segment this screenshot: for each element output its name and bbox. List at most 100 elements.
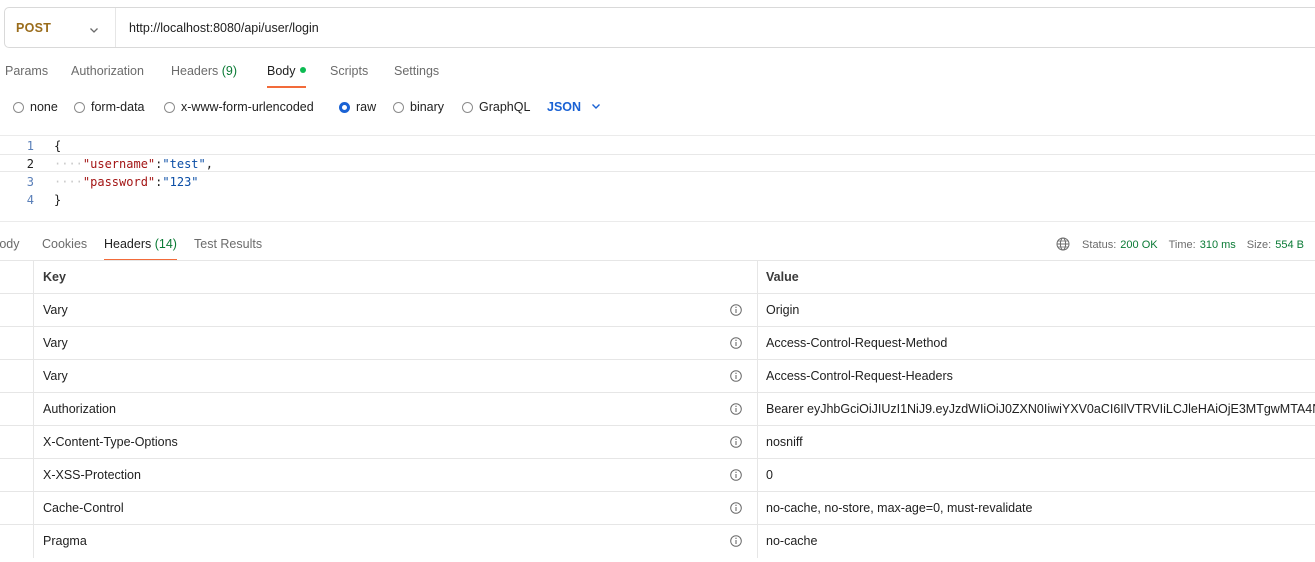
header-key: Pragma (43, 534, 87, 548)
editor-line: 1 { (0, 137, 1315, 155)
table-row[interactable]: Authorization Bearer eyJhbGciOiJIUzI1NiJ9… (0, 392, 1315, 426)
url-input[interactable]: http://localhost:8080/api/user/login (116, 21, 319, 35)
tab-cookies[interactable]: Cookies (42, 233, 87, 261)
column-divider (757, 459, 758, 492)
json-key: "password" (82, 175, 156, 189)
header-key: Vary (43, 336, 68, 350)
method-select[interactable]: POST (5, 8, 116, 47)
tab-response-body[interactable]: Body (0, 233, 20, 261)
header-value: no-cache (766, 534, 818, 548)
row-gutter (0, 327, 34, 360)
table-row[interactable]: X-XSS-Protection 0 (0, 458, 1315, 492)
mode-none[interactable]: none (13, 97, 58, 117)
line-number: 4 (26, 193, 34, 207)
header-value: Access-Control-Request-Headers (766, 369, 953, 383)
time-value[interactable]: 310 ms (1200, 239, 1236, 251)
info-icon[interactable] (730, 403, 742, 418)
info-icon[interactable] (730, 535, 742, 550)
header-key: X-XSS-Protection (43, 468, 141, 482)
size-value[interactable]: 554 B (1275, 239, 1304, 251)
radio-icon (13, 101, 24, 113)
column-divider (757, 360, 758, 393)
raw-format-select[interactable]: JSON (547, 97, 601, 117)
row-gutter (0, 294, 34, 327)
table-row[interactable]: Vary Access-Control-Request-Headers (0, 359, 1315, 393)
code-text: ····"password":"123" (54, 175, 199, 189)
response-headers-table: Key Value Vary Origin Vary Access-Control-R… (0, 260, 1315, 558)
tab-scripts[interactable]: Scripts (330, 58, 368, 88)
radio-icon (462, 101, 473, 113)
row-gutter (0, 492, 34, 525)
row-gutter (0, 261, 34, 294)
table-row[interactable]: Cache-Control no-cache, no-store, max-age… (0, 491, 1315, 525)
line-number: 3 (26, 175, 34, 189)
tab-label: Body (267, 64, 296, 78)
tab-label: Test Results (194, 237, 263, 251)
row-gutter (0, 360, 34, 393)
header-value: Bearer eyJhbGciOiJIUzI1NiJ9.eyJzdWIiOiJ0… (766, 402, 1315, 416)
header-key: Authorization (43, 402, 116, 416)
row-gutter (0, 525, 34, 558)
globe-icon[interactable] (1056, 237, 1070, 254)
header-value: Origin (766, 303, 800, 317)
mode-label: none (30, 100, 58, 114)
editor-line: 2 ····"username":"test", (0, 154, 1315, 172)
editor-line: 3 ····"password":"123" (0, 173, 1315, 191)
column-divider (757, 525, 758, 558)
info-icon[interactable] (730, 370, 742, 385)
status-value[interactable]: 200 OK (1120, 239, 1157, 251)
tab-settings[interactable]: Settings (394, 58, 439, 88)
radio-checked-icon (339, 101, 350, 113)
table-row[interactable]: Vary Access-Control-Request-Method (0, 326, 1315, 360)
column-header-value: Value (766, 270, 799, 284)
table-row[interactable]: Vary Origin (0, 293, 1315, 327)
tab-body[interactable]: Body (267, 58, 306, 88)
column-header-key: Key (43, 270, 66, 284)
tab-count: (14) (154, 237, 177, 251)
chevron-down-icon (89, 23, 99, 38)
column-divider (757, 327, 758, 360)
mode-form-data[interactable]: form-data (74, 97, 145, 117)
request-url-bar: POST http://localhost:8080/api/user/logi… (4, 7, 1315, 48)
info-icon[interactable] (730, 469, 742, 484)
mode-binary[interactable]: binary (393, 97, 444, 117)
status-label: Status: (1082, 239, 1117, 251)
tab-params[interactable]: Params (5, 58, 48, 88)
raw-format-label: JSON (547, 100, 582, 114)
header-key: Vary (43, 303, 68, 317)
mode-x-www-form-urlencoded[interactable]: x-www-form-urlencoded (164, 97, 314, 117)
tab-authorization[interactable]: Authorization (71, 58, 144, 88)
mode-raw[interactable]: raw (339, 97, 376, 117)
tab-label: Headers (171, 64, 219, 78)
tab-label: Params (5, 64, 49, 78)
mode-graphql[interactable]: GraphQL (462, 97, 530, 117)
tab-label: Cookies (42, 237, 88, 251)
code-editor[interactable]: 1 { 2 ····"username":"test", 3 ····"pass… (0, 135, 1315, 222)
mode-label: raw (356, 100, 377, 114)
info-icon[interactable] (730, 502, 742, 517)
tab-label: Body (0, 237, 20, 251)
tab-response-headers[interactable]: Headers (14) (104, 233, 177, 261)
chevron-down-icon (581, 100, 601, 114)
tab-count: (9) (221, 64, 238, 78)
header-key: Cache-Control (43, 501, 124, 515)
table-row[interactable]: X-Content-Type-Options nosniff (0, 425, 1315, 459)
tab-test-results[interactable]: Test Results (194, 233, 262, 261)
table-row[interactable]: Pragma no-cache (0, 524, 1315, 558)
radio-icon (74, 101, 85, 113)
header-value: Access-Control-Request-Method (766, 336, 948, 350)
tab-label: Headers (104, 237, 152, 251)
info-icon[interactable] (730, 436, 742, 451)
row-gutter (0, 393, 34, 426)
header-value: no-cache, no-store, max-age=0, must-reva… (766, 501, 1033, 515)
info-icon[interactable] (730, 304, 742, 319)
header-value: 0 (766, 468, 773, 482)
column-divider (757, 294, 758, 327)
column-divider (757, 261, 758, 294)
column-divider (757, 492, 758, 525)
info-icon[interactable] (730, 337, 742, 352)
row-gutter (0, 459, 34, 492)
header-key: Vary (43, 369, 68, 383)
size-label: Size: (1246, 239, 1272, 251)
tab-headers[interactable]: Headers (9) (171, 58, 237, 88)
